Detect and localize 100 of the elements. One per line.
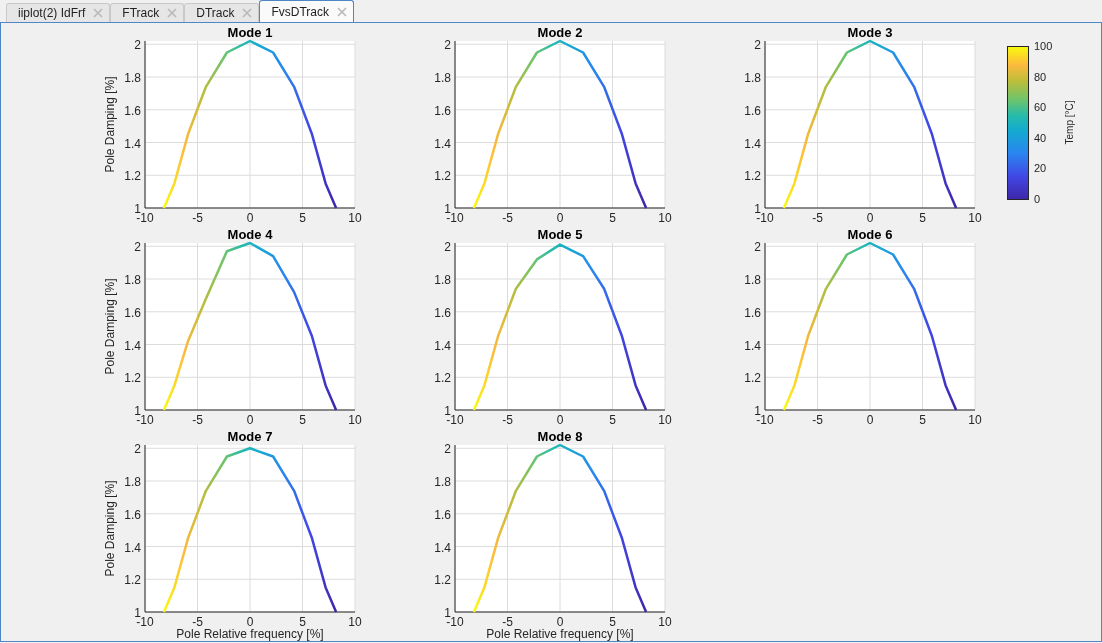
tick-label: 1.2 (744, 169, 761, 184)
tick-label: 0 (246, 211, 254, 225)
tick-label: 5 (299, 211, 306, 225)
tick-label: -5 (812, 211, 823, 225)
tick-label: 2 (134, 240, 141, 255)
tick-label: 0 (556, 413, 564, 427)
tick-label: 1.4 (744, 338, 761, 353)
tick-label: 2 (754, 38, 761, 53)
tick-label: 1.6 (124, 507, 141, 522)
tick-label: 80 (1034, 70, 1047, 83)
tick-label: 1.6 (124, 103, 141, 118)
tick-label: 1.4 (124, 136, 141, 151)
tick-label: 10 (658, 615, 672, 629)
tick-label: 2 (134, 442, 141, 457)
tick-label: 10 (968, 413, 982, 427)
tick-label: 1.4 (434, 540, 451, 555)
axis-label: Pole Relative frequency [%] (486, 627, 634, 641)
tick-label: 60 (1034, 101, 1047, 114)
plot-title: Mode 1 (227, 25, 273, 40)
tick-label: -5 (192, 413, 203, 427)
tick-label: 1.8 (124, 475, 141, 489)
tab[interactable]: DTrack (184, 3, 260, 22)
tick-label: 40 (1034, 131, 1047, 144)
axis-label: Pole Relative frequency [%] (176, 627, 324, 641)
tick-label: 20 (1034, 162, 1047, 175)
tick-label: 10 (658, 413, 672, 427)
tab[interactable]: FvsDTrack (259, 0, 355, 22)
tick-label: 1.6 (434, 103, 451, 118)
tick-label: 2 (134, 38, 141, 53)
close-icon[interactable] (337, 6, 348, 17)
tick-label: 5 (609, 211, 616, 225)
tick-label: 5 (609, 413, 616, 427)
tick-label: -5 (192, 211, 203, 225)
close-icon[interactable] (93, 8, 104, 18)
plot-title: Mode 6 (847, 227, 893, 242)
tick-label: 1.2 (434, 169, 451, 184)
tick-label: 2 (444, 240, 451, 255)
tick-label: 5 (919, 211, 926, 225)
tick-label: 2 (444, 442, 451, 457)
plot-title: Mode 4 (227, 227, 273, 242)
tick-label: 1.2 (434, 573, 451, 588)
tick-label: 0 (246, 615, 254, 629)
tick-label: 5 (609, 615, 616, 629)
tab[interactable]: iiplot(2) IdFrf (6, 3, 111, 22)
tick-label: 10 (348, 211, 362, 225)
tick-label: -5 (812, 413, 823, 427)
tick-label: 0 (246, 413, 254, 427)
tick-label: 5 (299, 413, 306, 427)
tick-label: -5 (192, 615, 203, 629)
tick-label: 1.8 (434, 71, 451, 85)
tick-label: 1.4 (124, 338, 141, 353)
plot-title: Mode 5 (537, 227, 583, 242)
tick-label: 10 (348, 413, 362, 427)
tick-label: 1.6 (434, 507, 451, 522)
tick-label: 1.8 (744, 71, 761, 85)
tick-label: 0 (556, 211, 564, 225)
tick-label: 1.6 (124, 305, 141, 320)
tick-label: 1.2 (124, 371, 141, 386)
plot-title: Mode 2 (537, 25, 583, 40)
tick-label: 1.8 (124, 273, 141, 287)
tick-label: 1.2 (124, 169, 141, 184)
tick-label: 1.6 (744, 305, 761, 320)
axis-label: Pole Damping [%] (103, 278, 117, 375)
tick-label: 1.4 (434, 136, 451, 151)
tick-label: 0 (556, 615, 564, 629)
tick-label: 1.8 (744, 273, 761, 287)
tick-label: 100 (1034, 40, 1053, 52)
tick-label: 1.2 (744, 371, 761, 386)
tick-label: 1.2 (434, 371, 451, 386)
plot-title: Mode 3 (847, 25, 893, 40)
tick-label: 5 (919, 413, 926, 427)
tick-label: -5 (502, 413, 513, 427)
tick-label: 1.8 (434, 475, 451, 489)
tick-label: 1.4 (434, 338, 451, 353)
tick-label: 10 (968, 211, 982, 225)
plot-title: Mode 7 (227, 429, 273, 444)
tick-label: 1.8 (434, 273, 451, 287)
tick-label: 1.6 (434, 305, 451, 320)
tick-label: 1.4 (744, 136, 761, 151)
axis-label: Pole Damping [%] (103, 76, 117, 173)
tick-label: 2 (444, 38, 451, 53)
tick-label: 0 (1034, 193, 1041, 205)
tick-label: 2 (754, 240, 761, 255)
axis-label: Pole Damping [%] (103, 480, 117, 577)
tick-label: 0 (866, 211, 874, 225)
tick-label: 10 (348, 615, 362, 629)
plot-title: Mode 8 (537, 429, 583, 444)
tick-label: 5 (299, 615, 306, 629)
tick-label: 1.8 (124, 71, 141, 85)
tick-label: 1.6 (744, 103, 761, 118)
tick-label: -5 (502, 211, 513, 225)
tick-label: 1.2 (124, 573, 141, 588)
colorbar-label: Temp [°C] (1064, 100, 1075, 145)
tick-label: -5 (502, 615, 513, 629)
close-icon[interactable] (167, 8, 178, 18)
tick-label: 1.4 (124, 540, 141, 555)
tick-label: 10 (658, 211, 672, 225)
tab[interactable]: FTrack (110, 3, 185, 22)
tick-label: 0 (866, 413, 874, 427)
close-icon[interactable] (242, 8, 253, 18)
